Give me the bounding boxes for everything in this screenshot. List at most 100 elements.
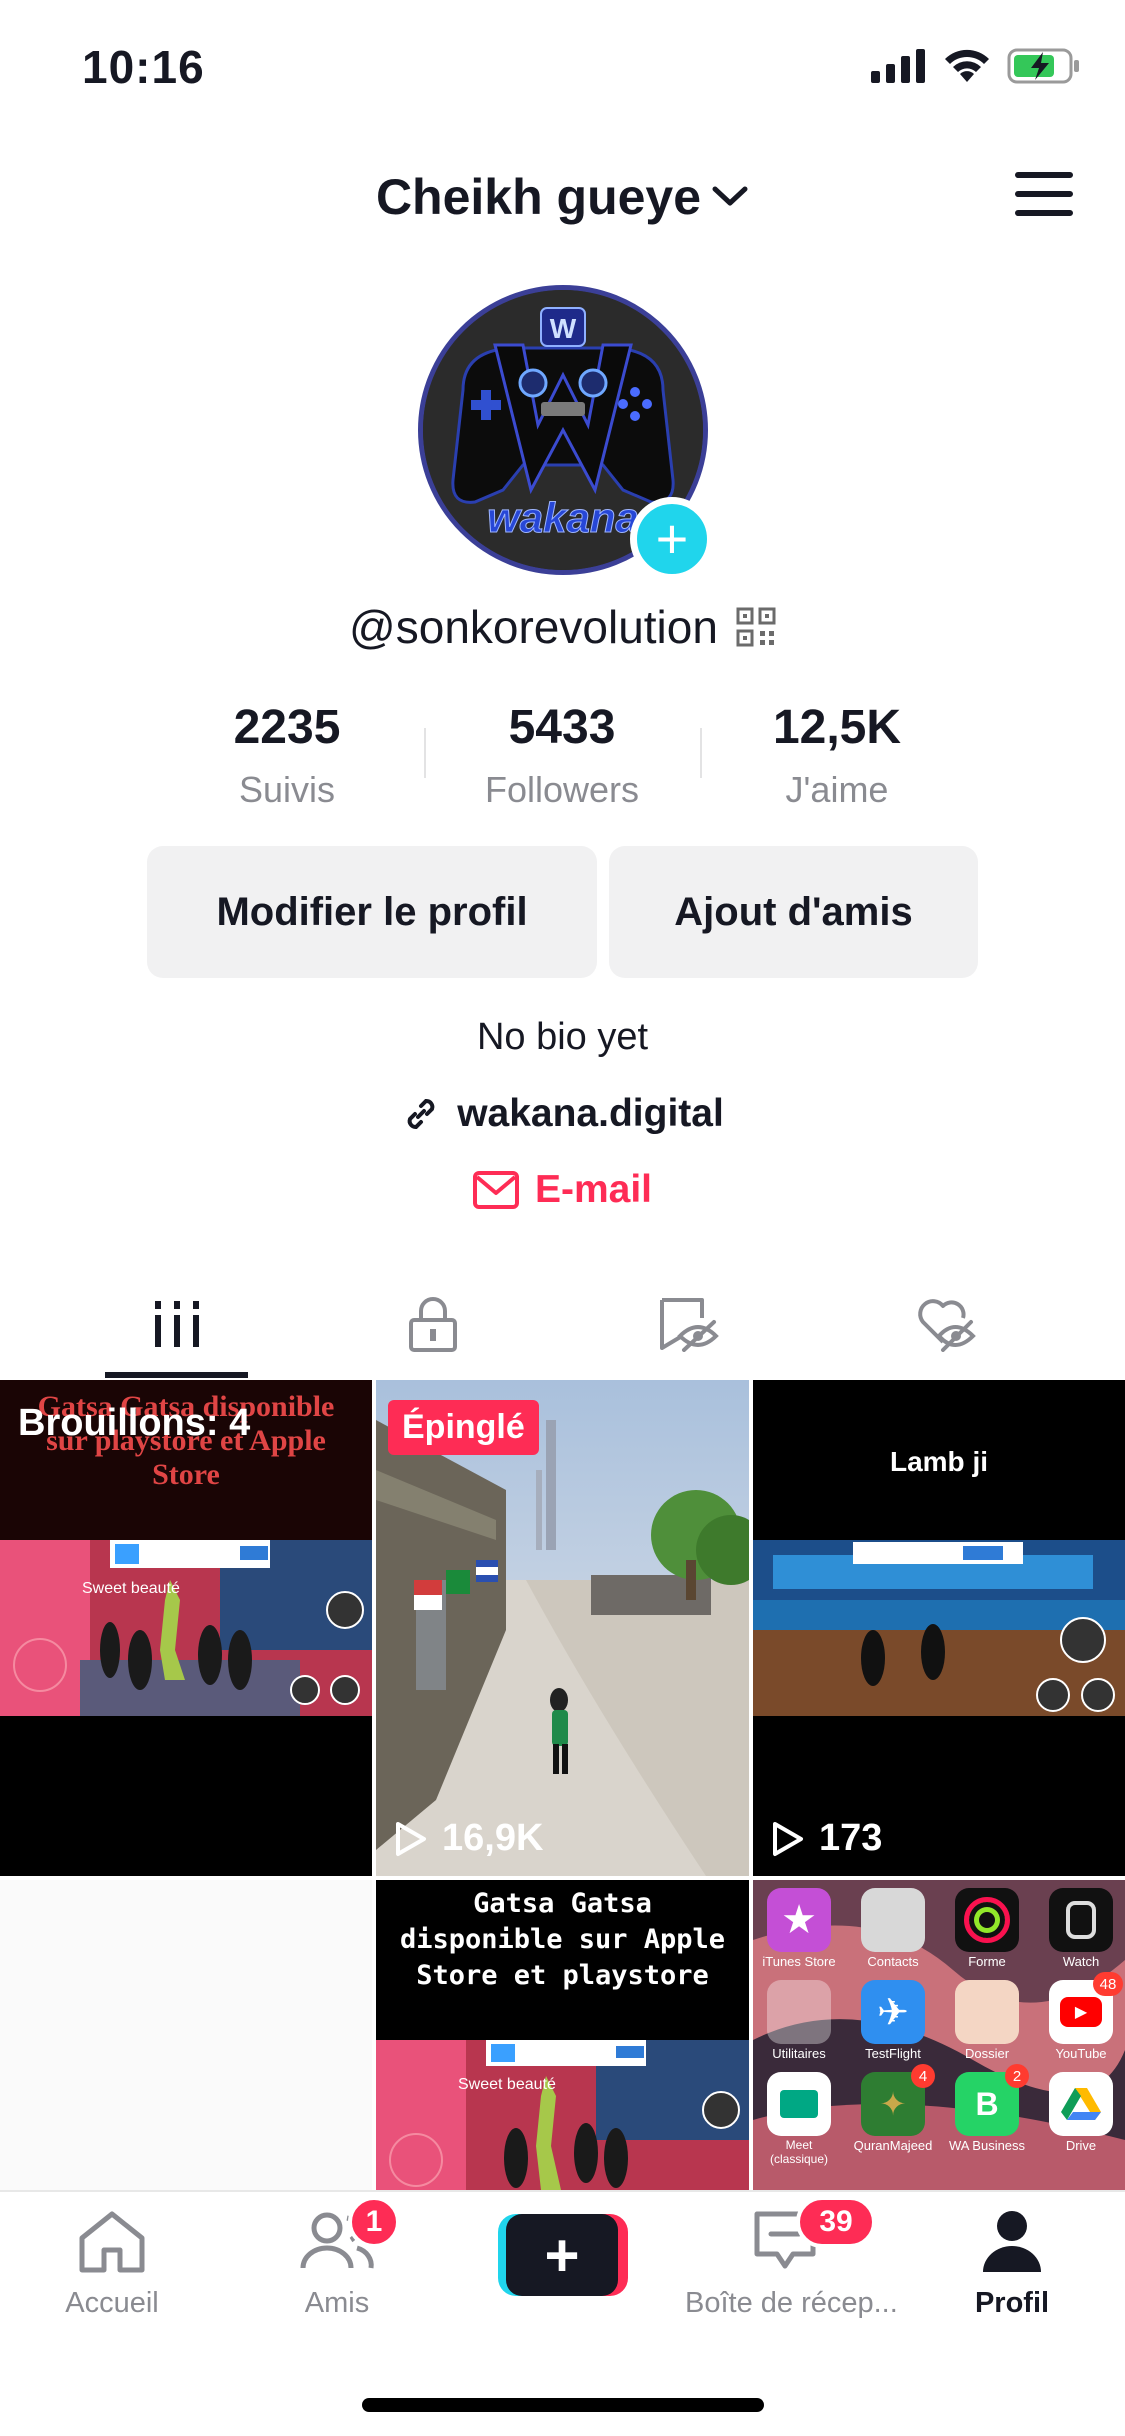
wa-badge: 2 [1005,2064,1029,2088]
stat-value: 12,5K [772,701,902,754]
pinned-badge: Épinglé [388,1400,539,1455]
video-tile-homescreen[interactable]: ★ iTunes Store Contacts Forme Watch ✈ ▶ … [753,1880,1125,2190]
meet-icon [767,2072,831,2136]
testflight-icon: ✈ [861,1980,925,2044]
youtube-badge: 48 [1093,1972,1123,1996]
nav-label: Amis [304,2287,370,2319]
wifi-icon [945,49,989,82]
app-label: Meet (classique) [769,2138,829,2166]
handle-row: @sonkorevolution [0,600,1125,654]
app-label: WA Business [948,2138,1026,2153]
profile-header: Cheikh gueye [0,150,1125,250]
profile-link[interactable]: wakana.digital [0,1092,1125,1136]
play-icon [773,1821,803,1856]
nav-friends[interactable]: Amis [237,2208,437,2320]
view-count-text: 173 [819,1817,883,1859]
pinned-video-tile[interactable]: Épinglé 16,9K [376,1380,749,1876]
account-name: Cheikh gueye [375,169,702,225]
home-icon [79,2211,145,2273]
drafts-thumbnail-image [0,1540,372,1716]
app-label: QuranMajeed [853,2138,933,2153]
friends-badge: 1 [348,2196,400,2248]
cellular-signal-icon [871,49,925,83]
folder-icon [955,1980,1019,2044]
svg-text:W: W [550,313,577,344]
nav-home[interactable]: Accueil [12,2208,212,2320]
avatar-container[interactable]: W wakana + [418,285,714,581]
stat-divider [700,728,702,778]
app-label: Watch [1062,1954,1100,1969]
nav-label: Profil [974,2287,1050,2319]
quran-badge: 4 [911,2064,935,2088]
video-grid: Gatsa Gatsa disponible sur playstore et … [0,1380,1125,2190]
stat-value: 5433 [508,701,616,754]
stat-label: Suivis [238,769,336,810]
drafts-overlay-text: Sweet beauté [82,1580,180,1597]
home-indicator [362,2398,764,2412]
app-label: Utilitaires [772,2046,826,2061]
nav-label: Boîte de récep... [685,2287,898,2319]
utilities-folder-icon [767,1980,831,2044]
stat-following[interactable]: 2235 Suivis [167,700,407,811]
stat-divider [424,728,426,778]
svg-text:wakana: wakana [487,494,639,541]
tab-active-indicator [105,1372,248,1378]
email-link-text: E-mail [534,1168,653,1211]
app-label: Dossier [964,2046,1010,2061]
gatsa-thumbnail-image [376,2040,749,2190]
stat-followers[interactable]: 5433 Followers [442,700,682,811]
edit-profile-button[interactable]: Modifier le profil [147,846,597,978]
email-link[interactable]: E-mail [0,1168,1125,1212]
lock-icon [408,1297,457,1352]
saved-hidden-icon [659,1298,719,1352]
profile-icon [983,2211,1041,2272]
video-caption: Lamb ji [889,1446,988,1477]
profile-link-text: wakana.digital [457,1092,724,1135]
contacts-icon [861,1888,925,1952]
app-label: Forme [968,1954,1006,1969]
add-story-button[interactable]: + [630,497,714,581]
drafts-label: Brouillons: 4 [18,1402,251,1444]
tab-private[interactable] [292,1270,573,1378]
fitness-icon [955,1888,1019,1952]
view-count: 173 [771,1817,882,1860]
video-caption: Gatsa Gatsa disponible sur Apple Store e… [399,1888,726,1991]
app-label: Drive [1065,2138,1097,2153]
profile-bio[interactable]: No bio yet [0,1016,1125,1059]
lamb-ji-thumbnail-image [753,1540,1125,1716]
add-friends-button[interactable]: Ajout d'amis [609,846,978,978]
account-switcher[interactable]: Cheikh gueye [0,168,1125,226]
nav-label: Accueil [65,2287,159,2319]
tab-saved[interactable] [548,1270,829,1378]
itunes-store-icon: ★ [767,1888,831,1952]
view-count-text: 16,9K [442,1817,544,1859]
video-tile-gatsa[interactable]: Gatsa Gatsa disponible sur Apple Store e… [376,1880,749,2190]
create-button[interactable]: + [498,2214,628,2296]
hamburger-menu-icon[interactable] [1015,172,1073,218]
status-icons [871,48,1081,84]
status-time: 10:16 [82,41,205,93]
app-label: iTunes Store [762,1954,836,1969]
inbox-badge: 39 [796,2196,876,2248]
profile-handle: @sonkorevolution [349,601,718,653]
email-icon [472,1171,519,1209]
view-count: 16,9K [394,1817,543,1860]
qr-code-icon[interactable] [736,607,776,647]
stat-likes[interactable]: 12,5K J'aime [717,700,957,811]
video-tile-lamb-ji[interactable]: Lamb ji 173 [753,1380,1125,1876]
app-label: TestFlight [865,2046,921,2061]
liked-hidden-icon [917,1299,976,1352]
tab-videos[interactable] [36,1270,317,1378]
play-icon [396,1821,426,1856]
empty-tile [0,1880,372,2190]
google-drive-icon [1049,2072,1113,2136]
app-label: YouTube [1055,2046,1107,2061]
nav-profile[interactable]: Profil [912,2208,1112,2320]
chevron-down-icon [712,186,748,206]
tab-liked[interactable] [805,1270,1086,1378]
stat-label: J'aime [785,769,889,810]
profile-stats: 2235 Suivis 5433 Followers 12,5K J'aime [0,700,1125,810]
drafts-tile[interactable]: Gatsa Gatsa disponible sur playstore et … [0,1380,372,1876]
stat-value: 2235 [233,701,341,754]
plus-icon: + [506,2214,618,2296]
